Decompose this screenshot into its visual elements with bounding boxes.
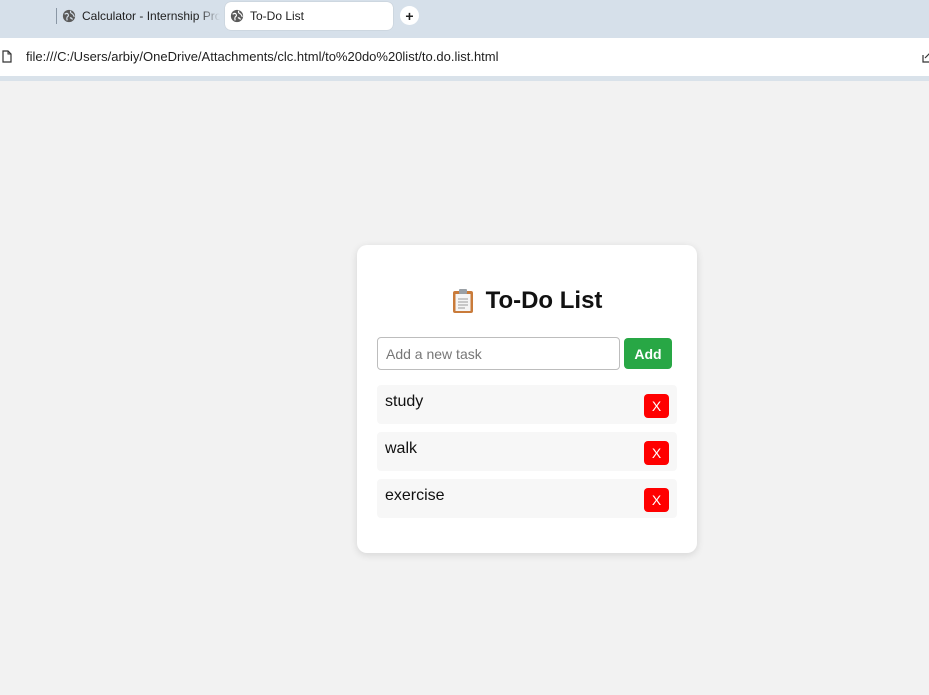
delete-task-button[interactable]: X	[644, 394, 669, 418]
title-text: To-Do List	[485, 287, 603, 314]
tab-separator	[56, 8, 57, 24]
page-icon	[2, 50, 12, 63]
tab-title: Calculator - Internship Pro	[82, 9, 220, 23]
page-title: To-Do List	[357, 287, 697, 315]
task-text: walk	[385, 440, 418, 457]
clipboard-icon	[452, 289, 473, 313]
share-icon[interactable]	[921, 50, 929, 63]
task-text: study	[385, 393, 424, 410]
delete-task-button[interactable]: X	[644, 441, 669, 465]
toolbar-divider	[0, 76, 929, 81]
new-tab-button[interactable]: +	[400, 6, 419, 25]
tab-title: To-Do List	[250, 9, 305, 23]
globe-icon	[230, 9, 244, 23]
task-item: study X	[377, 385, 677, 424]
tab-calculator[interactable]: Calculator - Internship Pro	[60, 2, 220, 30]
url-text[interactable]: file:///C:/Users/arbiy/OneDrive/Attachme…	[26, 49, 499, 64]
new-task-input[interactable]	[377, 337, 620, 370]
task-item: exercise X	[377, 479, 677, 518]
add-task-button[interactable]: Add	[624, 338, 672, 369]
tab-todo-list[interactable]: To-Do List	[225, 2, 393, 30]
globe-icon	[62, 9, 76, 23]
task-item: walk X	[377, 432, 677, 471]
task-text: exercise	[385, 487, 445, 504]
tab-strip: Calculator - Internship Pro To-Do List +	[0, 0, 929, 38]
delete-task-button[interactable]: X	[644, 488, 669, 512]
